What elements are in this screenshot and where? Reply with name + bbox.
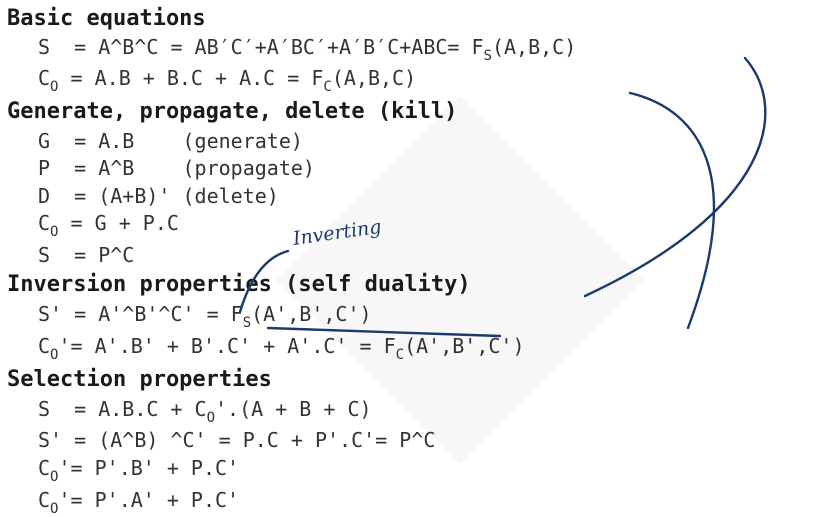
equation-carry-mid: = A.B + B.C + A.C = F [58,66,324,90]
equation-selection-carry-2: CO'= P'.A' + P.C' [38,488,240,517]
equation-inverted-carry-subscript: O [50,347,59,363]
heading-basic-equations: Basic equations [7,6,206,31]
equation-selection-carry-1: CO'= P'.B' + P.C' [38,456,240,485]
equation-delete: D = (A+B)' (delete) [38,184,279,208]
equation-carry-gp: CO = G + P.C [38,211,179,240]
equation-inverted-sum: S' = A'^B'^C' = FS(A',B',C') [38,302,372,331]
equation-sum-p: S = P^C [38,243,135,267]
equation-selection-sum-rhs: '.(A + B + C) [215,397,372,421]
equation-carry-c: C [38,66,51,90]
equation-carry-fsubscript: C [323,79,332,95]
heading-generate-propagate-delete: Generate, propagate, delete (kill) [7,99,458,124]
equation-selection-sum-lhs: S = A.B.C + C [38,397,207,421]
equation-selection-carry-1-c: C [38,456,51,480]
equation-selection-sum: S = A.B.C + CO'.(A + B + C) [38,397,372,426]
equation-inverted-sum-subscript: S [242,315,252,331]
equation-carry-gp-subscript: O [50,224,59,240]
heading-inversion-properties: Inversion properties (self duality) [7,272,471,297]
equation-inverted-carry: CO'= A'.B' + B'.C' + A'.C' = FC(A',B',C'… [38,334,525,363]
equation-inverted-carry-rhs: (A',B',C') [404,334,525,358]
equation-inverted-carry-c: C [38,334,51,358]
equation-sum-lhs: S = A^B^C = AB′C′+A′BC′+A′B′C+ABC= F [38,35,484,59]
equation-sum: S = A^B^C = AB′C′+A′BC′+A′B′C+ABC= FS(A,… [38,35,577,64]
equation-selection-carry-2-c: C [38,488,51,512]
equation-inverted-carry-fsubscript: C [395,347,405,363]
heading-selection-properties: Selection properties [7,367,272,392]
equation-selection-carry-1-subscript: O [50,469,59,485]
equation-carry-gp-c: C [38,211,51,235]
equation-inverted-carry-mid: '= A'.B' + B'.C' + A'.C' = F [58,334,396,358]
equation-inverted-sum-lhs: S' = A'^B'^C' = F [38,302,243,326]
equation-carry-rhs: (A,B,C) [331,66,417,90]
equation-carry-subscript: O [50,79,59,95]
pen-stroke-arc-left [628,91,716,330]
equation-selection-carry-2-subscript: O [50,501,59,517]
equation-selection-carry-1-rest: '= P'.B' + P.C' [58,456,240,480]
equation-carry-gp-rest: = G + P.C [58,211,179,235]
equation-inverted-sum-rhs: (A',B',C') [251,302,372,326]
equation-sum-rhs: (A,B,C) [491,35,577,59]
equation-sum-subscript: S [483,48,492,64]
equation-generate: G = A.B (generate) [38,129,303,153]
equation-carry: CO = A.B + B.C + A.C = FC(A,B,C) [38,66,417,95]
equation-propagate: P = A^B (propagate) [38,156,315,180]
equation-selection-carry-2-rest: '= P'.A' + P.C' [58,488,240,512]
equation-selection-sum-subscript: O [206,410,216,426]
equation-selection-sum-inverted: S' = (A^B) ^C' = P.C + P'.C'= P^C [38,428,436,452]
